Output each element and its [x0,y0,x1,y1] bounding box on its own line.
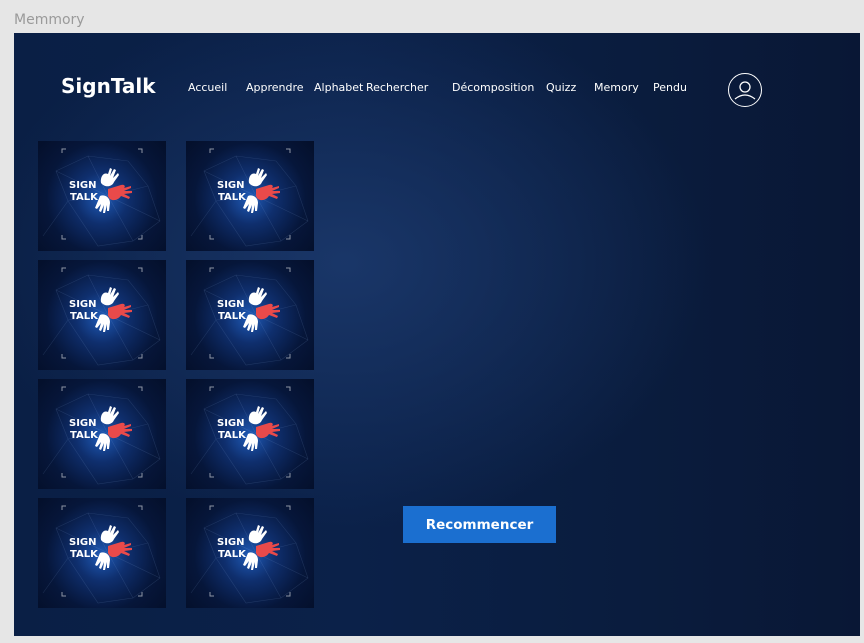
svg-text:SIGN: SIGN [69,299,97,310]
nav-quizz[interactable]: Quizz [546,81,576,94]
svg-text:SIGN: SIGN [69,537,97,548]
nav-memory[interactable]: Memory [594,81,639,94]
svg-text:TALK: TALK [218,430,247,441]
memory-card[interactable]: SIGN TALK [186,379,314,489]
svg-text:SIGN: SIGN [217,537,245,548]
svg-text:TALK: TALK [70,430,99,441]
svg-text:SIGN: SIGN [69,180,97,191]
svg-text:TALK: TALK [70,549,99,560]
memory-card[interactable]: SIGN TALK [186,141,314,251]
profile-button[interactable] [728,73,762,107]
svg-text:TALK: TALK [70,192,99,203]
svg-text:TALK: TALK [218,311,247,322]
signtalk-logo-icon: SIGN TALK [42,267,161,366]
memory-card[interactable]: SIGN TALK [186,498,314,608]
memory-page: SignTalk Accueil Apprendre Alphabet Rech… [14,33,860,636]
nav-apprendre[interactable]: Apprendre [246,81,304,94]
memory-card[interactable]: SIGN TALK [38,498,166,608]
signtalk-logo-icon: SIGN TALK [42,505,161,604]
restart-button[interactable]: Recommencer [403,506,556,543]
svg-text:TALK: TALK [218,549,247,560]
frame-title: Memmory [14,12,85,28]
signtalk-logo-icon: SIGN TALK [42,148,161,247]
memory-card[interactable]: SIGN TALK [38,260,166,370]
svg-text:SIGN: SIGN [69,418,97,429]
user-icon [734,81,756,100]
svg-text:TALK: TALK [218,192,247,203]
signtalk-logo-icon: SIGN TALK [190,267,309,366]
svg-text:TALK: TALK [70,311,99,322]
svg-text:SIGN: SIGN [217,299,245,310]
memory-card[interactable]: SIGN TALK [38,141,166,251]
nav-decomposition[interactable]: Décomposition [452,81,534,94]
nav-pendu[interactable]: Pendu [653,81,687,94]
memory-card[interactable]: SIGN TALK [186,260,314,370]
memory-card[interactable]: SIGN TALK [38,379,166,489]
signtalk-logo-icon: SIGN TALK [190,386,309,485]
nav-alphabet[interactable]: Alphabet [314,81,363,94]
signtalk-logo-icon: SIGN TALK [190,148,309,247]
signtalk-logo-icon: SIGN TALK [190,505,309,604]
svg-text:SIGN: SIGN [217,180,245,191]
svg-text:SIGN: SIGN [217,418,245,429]
signtalk-logo-icon: SIGN TALK [42,386,161,485]
nav-rechercher[interactable]: Rechercher [366,81,428,94]
nav-accueil[interactable]: Accueil [188,81,227,94]
